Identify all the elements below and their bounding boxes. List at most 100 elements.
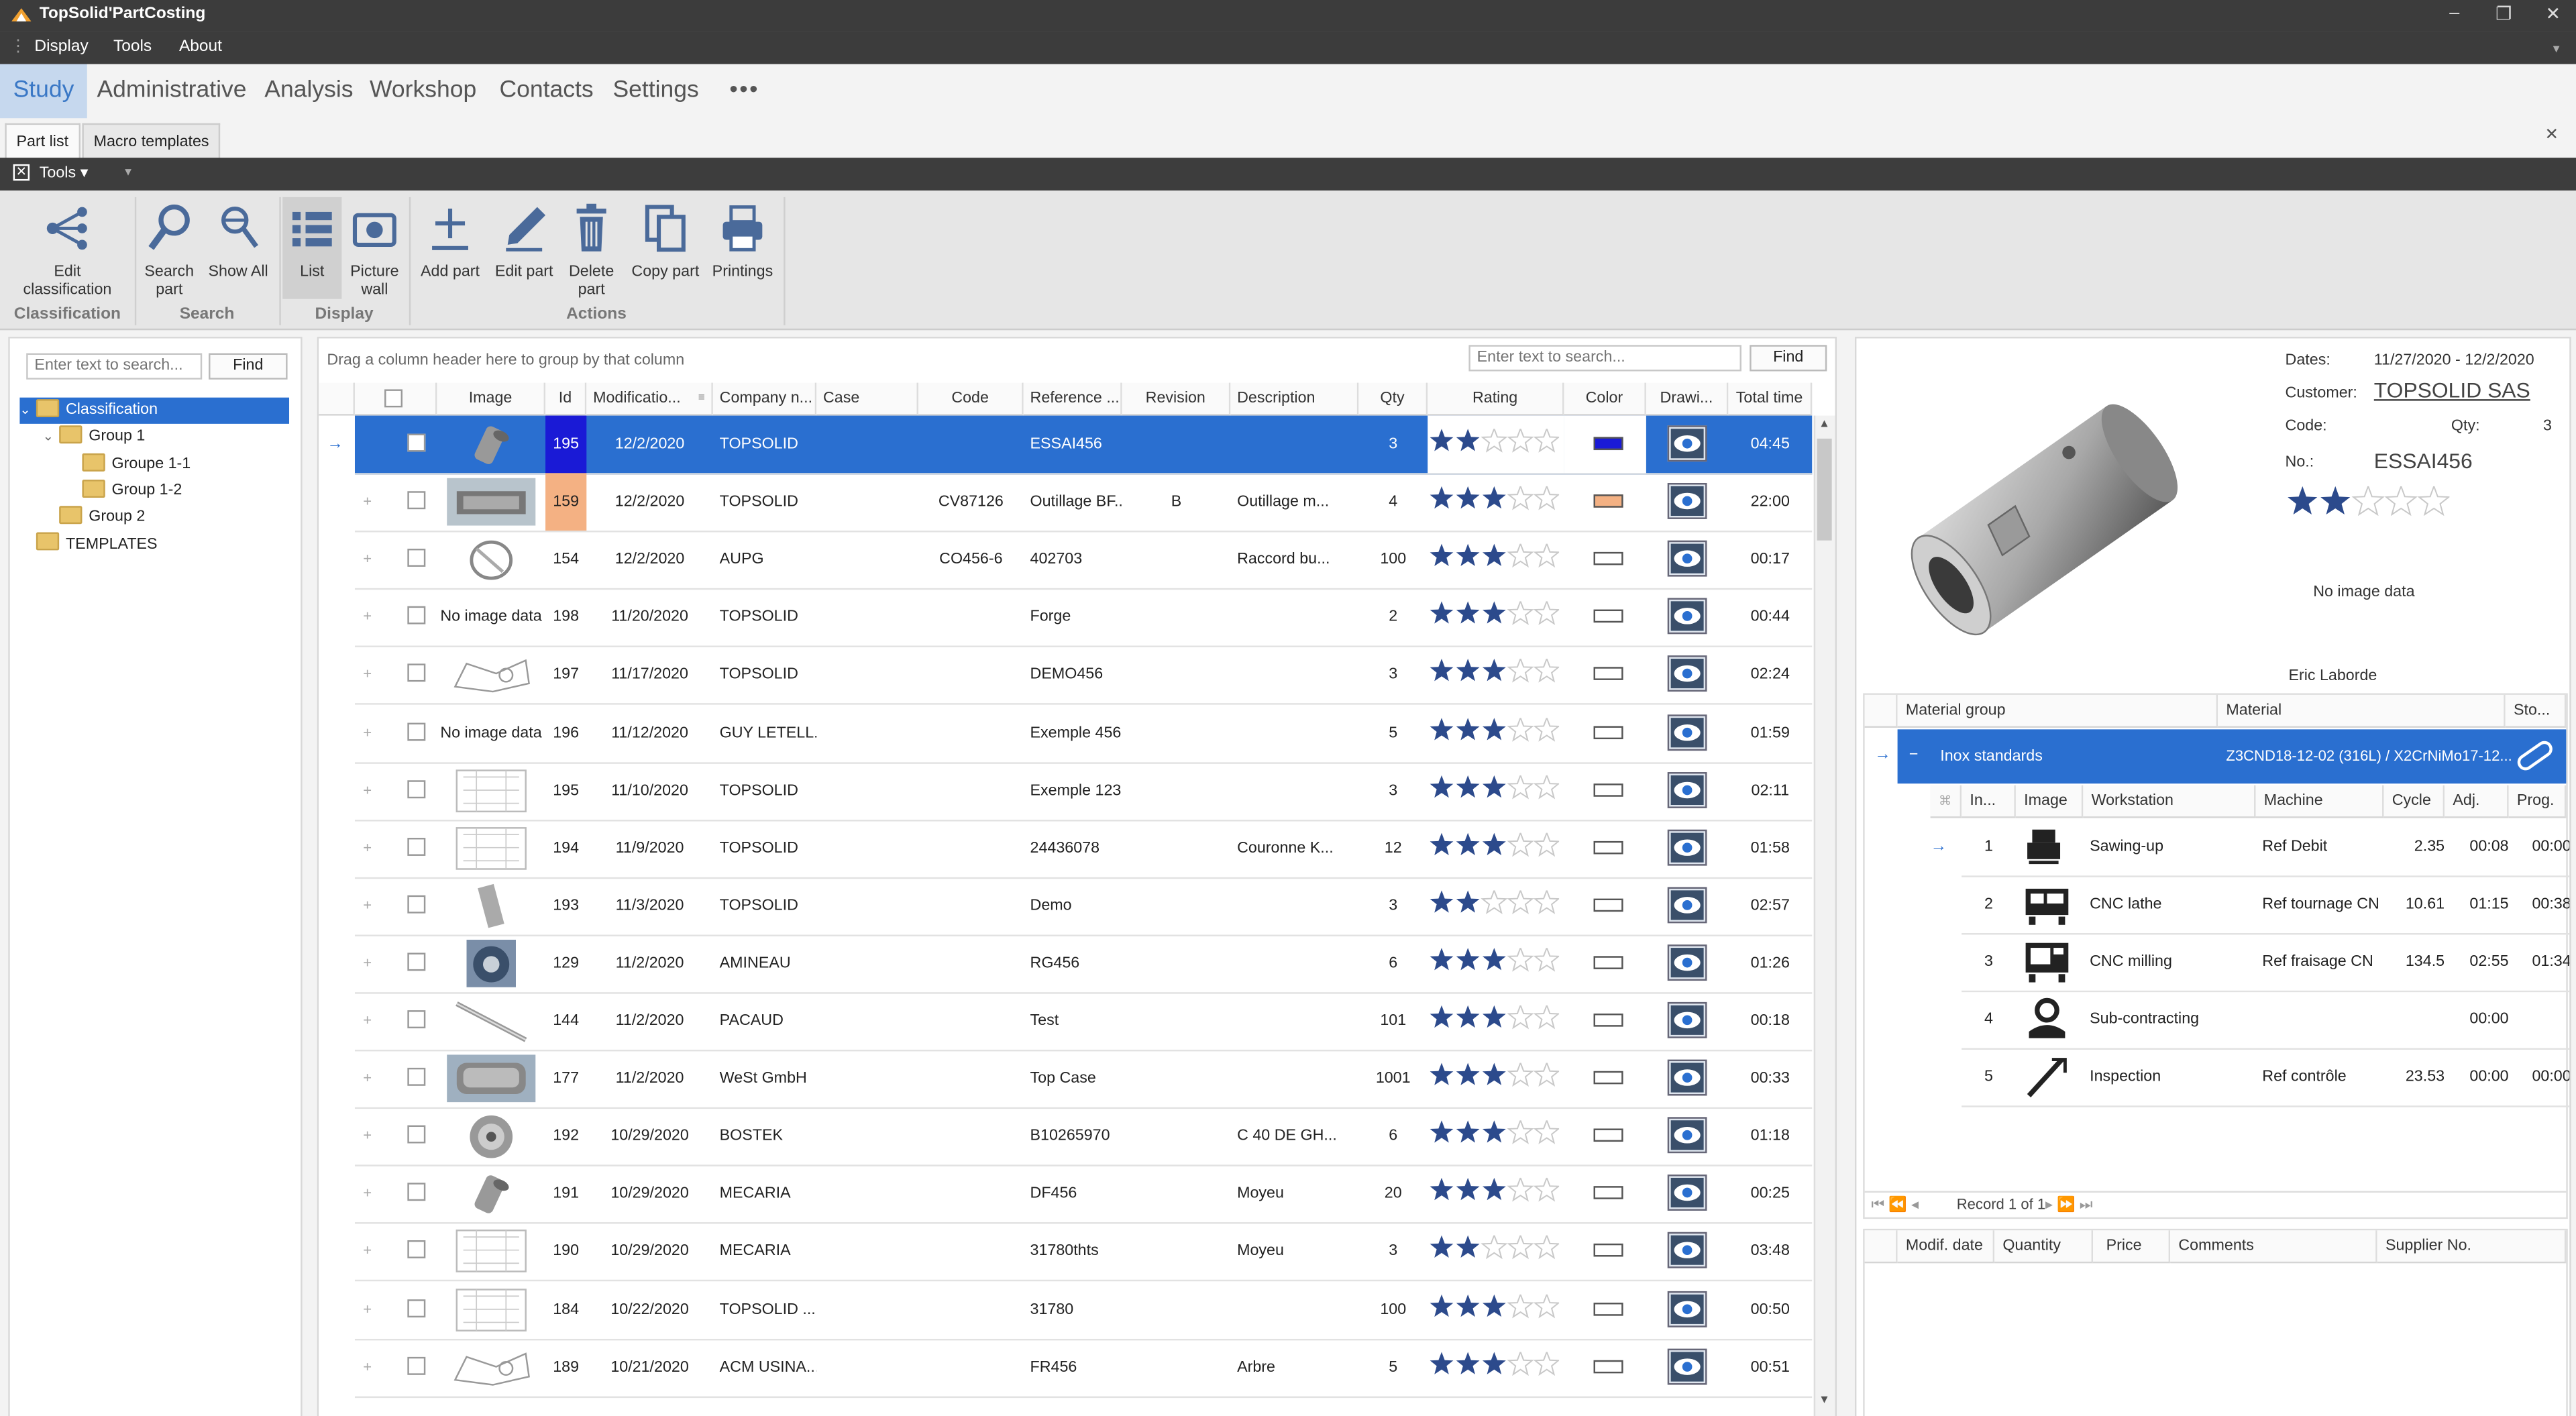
eye-icon[interactable] (1667, 425, 1707, 462)
picture-wall-button[interactable]: Picture wall (345, 197, 404, 299)
row-checkbox[interactable] (407, 1298, 426, 1317)
tab-macro-templates[interactable]: Macro templates (82, 123, 221, 160)
scroll-down-icon[interactable]: ▼ (1819, 1395, 1830, 1406)
operation-row[interactable]: → 1 Sawing-up Ref Debit 2.35 00:08 00:00 (1931, 818, 2570, 877)
table-row[interactable]: + No image data 196 11/12/2020 GUY LETELL...… (354, 704, 1813, 763)
table-row[interactable]: +191 10/29/2020 MECARIA DF456 Moyeu 20 00:25 (354, 1165, 1813, 1225)
header-image[interactable]: Image (437, 382, 546, 416)
expand-row-icon[interactable]: + (363, 992, 372, 1050)
expand-row-icon[interactable]: + (363, 761, 372, 819)
eye-icon[interactable] (1667, 1117, 1707, 1154)
list-view-button[interactable]: List (282, 197, 342, 299)
row-checkbox[interactable] (407, 1068, 426, 1087)
table-row[interactable]: +195 11/10/2020 TOPSOLID Exemple 123 3 02:11 (354, 761, 1813, 821)
table-row[interactable]: +154 12/2/2020 AUPG CO456-6 402703 Raccord bu… (354, 531, 1813, 590)
eye-icon[interactable] (1667, 944, 1707, 981)
tree-search-input[interactable] (26, 353, 203, 380)
table-row[interactable]: → 195 12/2/2020 TOPSOLID ESSAI456 3 04:45 (327, 415, 1813, 475)
header-supplier-no[interactable]: Supplier No. (2377, 1230, 2567, 1264)
rating-stars[interactable] (1430, 1293, 1560, 1319)
close-tab-icon[interactable]: ✕ (2545, 127, 2559, 145)
rating-stars[interactable] (1430, 1236, 1560, 1261)
eye-icon[interactable] (1667, 714, 1707, 750)
scroll-thumb[interactable] (1817, 438, 1832, 541)
header-color[interactable]: Color (1564, 382, 1646, 416)
expand-row-icon[interactable]: + (363, 934, 372, 992)
op-header-cycle[interactable]: Cycle (2383, 785, 2445, 818)
eye-icon[interactable] (1667, 1059, 1707, 1096)
header-company[interactable]: Company n... (712, 382, 817, 416)
op-header-workstation[interactable]: Workstation (2083, 785, 2256, 818)
table-row[interactable]: +159 12/2/2020 TOPSOLID CV87126 Outillage BF… (354, 473, 1813, 533)
copy-part-button[interactable]: Copy part (629, 197, 702, 281)
tree-item[interactable]: TEMPLATES (19, 531, 158, 557)
operation-row[interactable]: 3 CNC milling Ref fraisage CN 134.5 02:55 01:… (1962, 933, 2570, 993)
nav-first-icon[interactable]: ⏮ ⏪ ◂ (1871, 1196, 1919, 1214)
rating-stars[interactable] (1430, 774, 1560, 800)
rating-stars[interactable] (1430, 1351, 1560, 1376)
tree-item[interactable]: Groupe 1-1 (66, 451, 191, 477)
row-checkbox[interactable] (407, 722, 426, 741)
operation-row[interactable]: 4 Sub-contracting 00:00 (1962, 991, 2570, 1050)
tools-dropdown[interactable]: Tools ▾ (40, 164, 89, 182)
header-price[interactable]: Price (2093, 1230, 2171, 1264)
table-row[interactable]: +184 10/22/2020 TOPSOLID ... 31780 100 00:50 (354, 1281, 1813, 1340)
table-row[interactable]: +189 10/21/2020 ACM USINA... FR456 Arbre 5 00:… (354, 1338, 1813, 1398)
grid-find-button[interactable]: Find (1750, 345, 1827, 372)
expand-row-icon[interactable]: + (363, 1338, 372, 1396)
header-drawing[interactable]: Drawi... (1646, 382, 1729, 416)
delete-part-button[interactable]: Delete part (562, 197, 621, 299)
tools-close-icon[interactable]: ✕ (13, 164, 30, 181)
eye-icon[interactable] (1667, 1175, 1707, 1211)
rating-stars[interactable] (1430, 1063, 1560, 1088)
op-header-index[interactable]: In... (1962, 785, 2016, 818)
expand-row-icon[interactable]: + (363, 704, 372, 761)
eye-icon[interactable] (1667, 1348, 1707, 1384)
add-part-button[interactable]: Add part (416, 197, 485, 281)
table-row[interactable]: +190 10/29/2020 MECARIA 31780thts Moyeu 3 03:4… (354, 1223, 1813, 1283)
menu-overflow-icon[interactable]: ▾ (2553, 41, 2560, 56)
eye-icon[interactable] (1667, 598, 1707, 635)
rating-stars[interactable] (1430, 832, 1560, 857)
tab-part-list[interactable]: Part list (5, 123, 80, 160)
expand-row-icon[interactable]: + (363, 819, 372, 877)
header-select-all[interactable] (354, 382, 437, 416)
customer-link[interactable]: TOPSOLID SAS (2374, 378, 2530, 402)
expand-row-icon[interactable]: + (363, 1223, 372, 1281)
rating-stars[interactable] (1430, 1005, 1560, 1030)
printings-button[interactable]: Printings (708, 197, 777, 281)
eye-icon[interactable] (1667, 886, 1707, 923)
material-row-selected[interactable]: − Inox standards Z3CND18-12-02 (316L) / … (1897, 729, 2567, 784)
search-part-button[interactable]: Search part (142, 197, 197, 299)
rating-stars[interactable] (1430, 659, 1560, 684)
row-checkbox[interactable] (407, 664, 426, 683)
restore-button[interactable]: ❐ (2491, 3, 2517, 25)
select-all-checkbox[interactable] (384, 389, 403, 408)
table-row[interactable]: +177 11/2/2020 WeSt GmbH Top Case 1001 00:33 (354, 1050, 1813, 1109)
expand-row-icon[interactable]: + (363, 646, 372, 704)
tree-item[interactable]: ⌄ Classification (19, 397, 290, 424)
eye-icon[interactable] (1667, 771, 1707, 808)
row-checkbox[interactable] (407, 1240, 426, 1259)
rating-stars[interactable] (1430, 602, 1560, 627)
tree-find-button[interactable]: Find (209, 353, 288, 380)
header-stock[interactable]: Sto... (2505, 694, 2567, 728)
expand-row-icon[interactable]: + (363, 474, 372, 531)
expand-toggle-icon[interactable]: ⌄ (19, 398, 36, 424)
table-row[interactable]: +197 11/17/2020 TOPSOLID DEMO456 3 02:24 (354, 646, 1813, 706)
op-header-programming[interactable]: Prog. (2508, 785, 2567, 818)
rating-stars[interactable] (1430, 716, 1560, 742)
tab-contacts[interactable]: Contacts (486, 64, 606, 119)
nav-last-icon[interactable]: ▸ ⏩ ⏭ (2045, 1196, 2093, 1214)
header-material[interactable]: Material (2218, 694, 2506, 728)
header-material-group[interactable]: Material group (1897, 694, 2218, 728)
expand-row-icon[interactable]: + (363, 1165, 372, 1223)
row-checkbox[interactable] (407, 1356, 426, 1374)
more-tabs-button[interactable]: ••• (716, 64, 773, 119)
edit-classification-button[interactable]: Edit classification (10, 197, 125, 299)
eye-icon[interactable] (1667, 656, 1707, 692)
header-modif-date[interactable]: Modif. date (1897, 1230, 1995, 1264)
scroll-up-icon[interactable]: ▲ (1819, 419, 1830, 430)
row-checkbox[interactable] (407, 549, 426, 567)
table-row[interactable]: +129 11/2/2020 AMINEAU RG456 6 01:26 (354, 934, 1813, 994)
